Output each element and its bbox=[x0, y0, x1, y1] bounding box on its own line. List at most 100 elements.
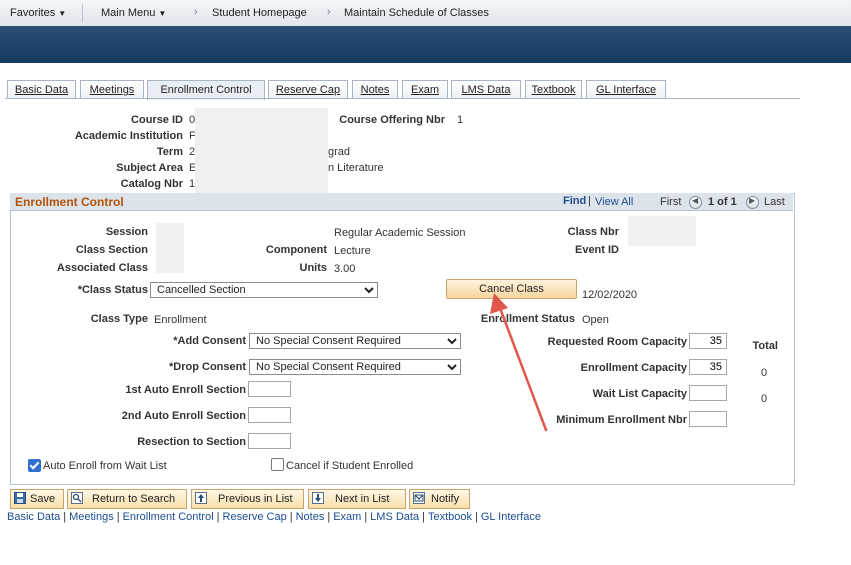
event-id-label: Event ID bbox=[574, 244, 619, 256]
notify-label: Notify bbox=[431, 493, 460, 505]
previous-in-list-button[interactable]: Previous in List bbox=[191, 489, 304, 509]
link-divider: | bbox=[63, 511, 67, 523]
units-label: Units bbox=[299, 262, 328, 274]
find-link[interactable]: Find bbox=[563, 195, 586, 207]
total-waitlist-value: 0 bbox=[761, 393, 768, 405]
minimum-enrollment-input[interactable] bbox=[689, 411, 727, 427]
arrow-up-icon bbox=[195, 492, 207, 504]
link-divider: | bbox=[116, 511, 120, 523]
tab-gl-interface[interactable]: GL Interface bbox=[586, 80, 666, 99]
main-menu-label: Main Menu bbox=[101, 7, 156, 19]
first-label: First bbox=[660, 196, 682, 208]
auto-enroll-wait-list-checkbox[interactable] bbox=[28, 459, 41, 472]
auto-enroll-2-label: 2nd Auto Enroll Section bbox=[121, 410, 246, 422]
term-label: Term bbox=[156, 146, 183, 158]
link-reserve-cap[interactable]: Reserve Cap bbox=[223, 511, 287, 523]
divider-pipe: | bbox=[588, 195, 591, 207]
link-meetings[interactable]: Meetings bbox=[69, 511, 114, 523]
chevron-right-icon: › bbox=[194, 6, 198, 18]
redaction-block bbox=[195, 108, 328, 198]
next-in-list-button[interactable]: Next in List bbox=[308, 489, 406, 509]
link-divider: | bbox=[422, 511, 425, 523]
save-icon bbox=[14, 492, 26, 504]
link-basic-data[interactable]: Basic Data bbox=[7, 511, 60, 523]
tab-notes[interactable]: Notes bbox=[352, 80, 398, 99]
arrow-down-icon bbox=[312, 492, 324, 504]
group-title: Enrollment Control bbox=[15, 195, 124, 209]
breadcrumb-maintain-schedule[interactable]: Maintain Schedule of Classes bbox=[344, 7, 489, 19]
auto-enroll-2-input[interactable] bbox=[248, 407, 291, 423]
class-nbr-label: Class Nbr bbox=[567, 226, 619, 238]
save-label: Save bbox=[30, 493, 56, 505]
course-offering-value: 1 bbox=[457, 114, 464, 126]
course-offering-label: Course Offering Nbr bbox=[339, 114, 445, 126]
drop-consent-label: *Drop Consent bbox=[169, 361, 246, 373]
auto-enroll-wait-list-label: Auto Enroll from Wait List bbox=[43, 460, 167, 472]
tab-underline bbox=[5, 98, 800, 99]
redaction-block bbox=[156, 223, 184, 273]
link-divider: | bbox=[474, 511, 478, 523]
save-button[interactable]: Save bbox=[10, 489, 64, 509]
notify-button[interactable]: Notify bbox=[409, 489, 470, 509]
add-consent-select[interactable]: No Special Consent Required bbox=[249, 333, 461, 349]
wait-list-capacity-input[interactable] bbox=[689, 385, 727, 401]
associated-class-label: Associated Class bbox=[56, 262, 148, 274]
session-value: Regular Academic Session bbox=[334, 227, 466, 239]
tab-reserve-cap[interactable]: Reserve Cap bbox=[268, 80, 348, 99]
tab-textbook[interactable]: Textbook bbox=[525, 80, 582, 99]
class-status-select[interactable]: Cancelled Section bbox=[150, 282, 378, 298]
auto-enroll-1-input[interactable] bbox=[248, 381, 291, 397]
bottom-tab-links: Basic Data | Meetings | Enrollment Control | R… bbox=[7, 511, 541, 523]
triangle-right-icon: ▶ bbox=[749, 196, 756, 205]
return-to-search-label: Return to Search bbox=[92, 493, 176, 505]
caret-down-icon: ▼ bbox=[58, 9, 67, 18]
link-gl-interface[interactable]: GL Interface bbox=[481, 511, 541, 523]
main-menu[interactable]: Main Menu ▼ bbox=[101, 7, 166, 19]
chevron-right-icon: › bbox=[327, 6, 331, 18]
link-lms-data[interactable]: LMS Data bbox=[370, 511, 419, 523]
header-banner bbox=[0, 26, 851, 63]
tab-enrollment-control[interactable]: Enrollment Control bbox=[147, 80, 265, 100]
favorites-label: Favorites bbox=[10, 7, 56, 19]
cancel-if-enrolled-checkbox[interactable] bbox=[271, 458, 284, 471]
auto-enroll-1-label: 1st Auto Enroll Section bbox=[125, 384, 246, 396]
search-return-icon bbox=[71, 492, 83, 504]
class-type-value: Enrollment bbox=[154, 314, 207, 326]
resection-label: Resection to Section bbox=[137, 436, 246, 448]
resection-input[interactable] bbox=[248, 433, 291, 449]
breadcrumb-student-homepage[interactable]: Student Homepage bbox=[212, 7, 307, 19]
add-consent-label: *Add Consent bbox=[173, 335, 246, 347]
redaction-block bbox=[628, 216, 696, 246]
term-suffix: grad bbox=[328, 146, 351, 158]
link-divider: | bbox=[364, 511, 368, 523]
tab-basic-data[interactable]: Basic Data bbox=[7, 80, 76, 99]
caret-down-icon: ▼ bbox=[158, 9, 167, 18]
link-divider: | bbox=[327, 511, 331, 523]
tab-lms-data[interactable]: LMS Data bbox=[451, 80, 521, 99]
tab-meetings[interactable]: Meetings bbox=[80, 80, 144, 99]
catalog-label: Catalog Nbr bbox=[120, 178, 183, 190]
tab-exam[interactable]: Exam bbox=[402, 80, 448, 99]
favorites-menu[interactable]: Favorites ▼ bbox=[10, 7, 66, 19]
enrollment-capacity-input[interactable] bbox=[689, 359, 727, 375]
requested-room-capacity-input[interactable] bbox=[689, 333, 727, 349]
top-navigation-bar: Favorites ▼ Main Menu ▼ › Student Homepage… bbox=[0, 0, 851, 27]
drop-consent-select[interactable]: No Special Consent Required bbox=[249, 359, 461, 375]
subject-suffix: n Literature bbox=[328, 162, 384, 174]
row-count: 1 of 1 bbox=[708, 196, 737, 208]
return-to-search-button[interactable]: Return to Search bbox=[67, 489, 187, 509]
link-exam[interactable]: Exam bbox=[333, 511, 361, 523]
cancel-if-enrolled-label: Cancel if Student Enrolled bbox=[286, 460, 414, 472]
link-enrollment-control[interactable]: Enrollment Control bbox=[123, 511, 214, 523]
nav-divider bbox=[82, 4, 83, 22]
link-notes[interactable]: Notes bbox=[296, 511, 325, 523]
notify-icon bbox=[413, 492, 425, 504]
link-textbook[interactable]: Textbook bbox=[428, 511, 472, 523]
view-all-link[interactable]: View All bbox=[595, 196, 633, 208]
annotation-arrow-icon bbox=[490, 293, 548, 432]
class-status-label: *Class Status bbox=[77, 284, 148, 296]
course-id-label: Course ID bbox=[131, 114, 183, 126]
units-value: 3.00 bbox=[334, 263, 356, 275]
component-value: Lecture bbox=[334, 245, 371, 257]
link-divider: | bbox=[289, 511, 293, 523]
